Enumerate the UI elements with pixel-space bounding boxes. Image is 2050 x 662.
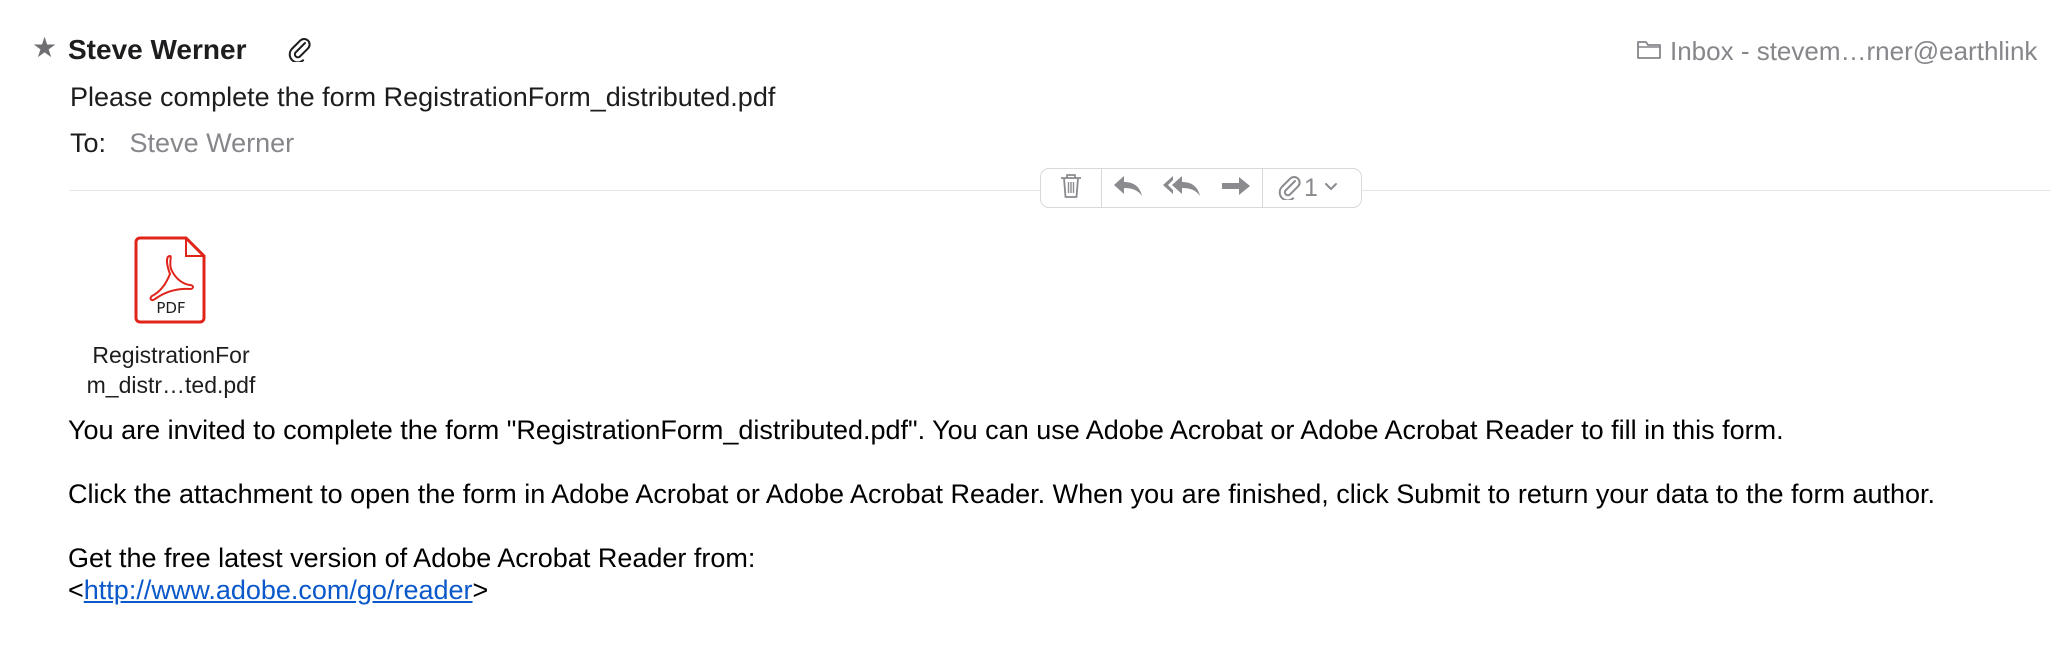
paperclip-icon bbox=[286, 34, 312, 64]
attachment-count: 1 bbox=[1304, 173, 1318, 202]
email-subject: Please complete the form RegistrationFor… bbox=[70, 82, 776, 112]
sender-name: Steve Werner bbox=[68, 34, 247, 65]
delete-button[interactable] bbox=[1041, 169, 1101, 207]
mailbox-indicator: Inbox - stevem…rner@earthlink bbox=[1636, 34, 2050, 68]
body-paragraph: You are invited to complete the form "Re… bbox=[68, 415, 1784, 445]
reply-button[interactable] bbox=[1102, 169, 1154, 207]
link-bracket-open: < bbox=[68, 575, 84, 605]
recipient-row: To: Steve Werner bbox=[70, 126, 294, 160]
reply-all-button[interactable] bbox=[1154, 169, 1210, 207]
message-action-toolbar: 1 bbox=[1040, 168, 1362, 208]
reader-link-row: <http://www.adobe.com/go/reader> bbox=[68, 574, 488, 606]
attachments-menu-button[interactable]: 1 bbox=[1263, 169, 1351, 207]
flag-star-icon[interactable]: ★ bbox=[32, 34, 60, 62]
pdf-icon-label: PDF bbox=[156, 299, 185, 317]
link-bracket-close: > bbox=[472, 575, 489, 605]
pdf-attachment-icon[interactable]: PDF bbox=[134, 236, 208, 326]
adobe-reader-link[interactable]: http://www.adobe.com/go/reader bbox=[84, 575, 473, 605]
to-label: To: bbox=[70, 128, 107, 158]
reply-icon bbox=[1111, 173, 1145, 204]
mailbox-label: Inbox - stevem…rner@earthlink bbox=[1670, 35, 2038, 66]
recipient-name[interactable]: Steve Werner bbox=[130, 128, 295, 158]
file-name-line: m_distr…ted.pdf bbox=[86, 372, 256, 398]
folder-icon bbox=[1636, 36, 1670, 67]
reply-all-icon bbox=[1161, 173, 1203, 204]
attachment-file-name[interactable]: RegistrationFor m_distr…ted.pdf bbox=[66, 340, 276, 400]
body-paragraph: Click the attachment to open the form in… bbox=[68, 479, 1936, 509]
chevron-down-icon bbox=[1324, 179, 1338, 197]
forward-icon bbox=[1219, 173, 1253, 204]
forward-button[interactable] bbox=[1210, 169, 1262, 207]
trash-icon bbox=[1059, 172, 1083, 205]
file-name-line: RegistrationFor bbox=[92, 342, 250, 368]
paperclip-icon bbox=[1276, 172, 1302, 205]
body-paragraph: Get the free latest version of Adobe Acr… bbox=[68, 543, 756, 573]
